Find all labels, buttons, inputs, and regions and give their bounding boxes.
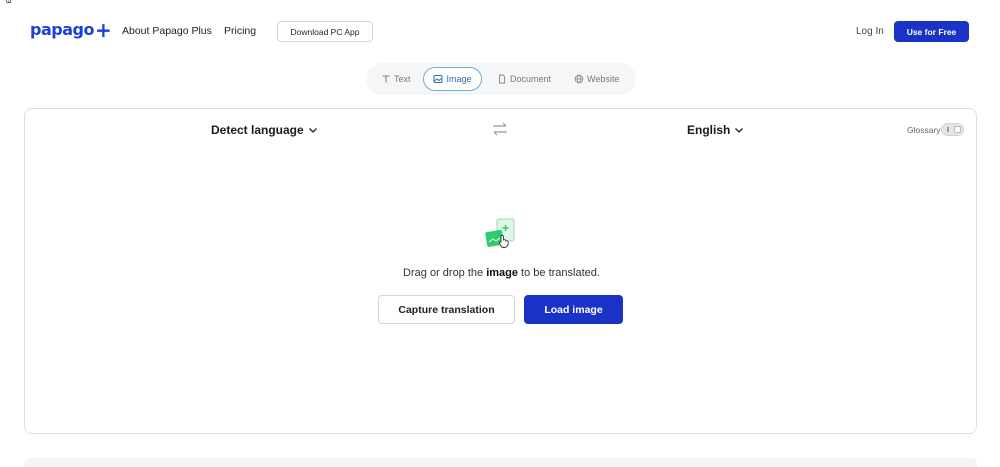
toggle-knob — [954, 126, 961, 133]
tab-website[interactable]: Website — [567, 67, 626, 91]
download-pc-app-button[interactable]: Download PC App — [277, 21, 373, 42]
nav-about-papago-plus[interactable]: About Papago Plus — [122, 25, 212, 37]
mode-tabs: Text Image Document Website — [366, 63, 636, 95]
papago-logo[interactable]: papago + — [30, 17, 112, 42]
source-language-label: Detect language — [211, 123, 304, 137]
logo-wordmark: papago — [30, 20, 94, 39]
tab-document[interactable]: Document — [490, 67, 558, 91]
swap-languages-button[interactable] — [492, 122, 508, 141]
capture-translation-button[interactable]: Capture translation — [378, 295, 515, 324]
toggle-off-indicator — [947, 127, 949, 132]
glossary-toggle[interactable] — [941, 123, 964, 136]
tab-image-label: Image — [446, 74, 472, 84]
nav-pricing[interactable]: Pricing — [224, 25, 256, 37]
drop-text-after: to be translated. — [518, 267, 600, 279]
source-language-select[interactable]: Detect language — [211, 123, 318, 137]
target-language-select[interactable]: English — [687, 123, 744, 137]
tab-document-label: Document — [510, 74, 552, 84]
chevron-down-icon — [308, 127, 317, 133]
tab-text[interactable]: Text — [374, 67, 418, 91]
drop-text-bold: image — [486, 267, 518, 279]
image-upload-illustration-icon — [483, 217, 517, 258]
chevron-down-icon — [735, 127, 744, 133]
drop-instruction: Drag or drop the image to be translated. — [25, 267, 978, 279]
drop-text-before: Drag or drop the — [403, 267, 487, 279]
use-for-free-button[interactable]: Use for Free — [894, 21, 969, 42]
text-icon — [382, 75, 390, 83]
tab-image[interactable]: Image — [423, 67, 482, 91]
bottom-section-edge — [24, 458, 977, 467]
login-link[interactable]: Log In — [856, 26, 884, 37]
tab-text-label: Text — [394, 74, 411, 84]
tab-website-label: Website — [587, 74, 620, 84]
site-header: papago + About Papago Plus Pricing Downlo… — [0, 0, 1000, 62]
load-image-button[interactable]: Load image — [524, 295, 623, 324]
globe-icon — [574, 74, 584, 84]
translation-panel: Detect language English Glossary Drag or… — [24, 108, 977, 434]
logo-plus-icon: + — [94, 17, 112, 42]
image-icon — [433, 75, 443, 83]
target-language-label: English — [687, 123, 731, 137]
swap-arrows-icon — [493, 122, 507, 136]
document-icon — [499, 74, 505, 84]
glossary-label: Glossary — [907, 125, 941, 135]
